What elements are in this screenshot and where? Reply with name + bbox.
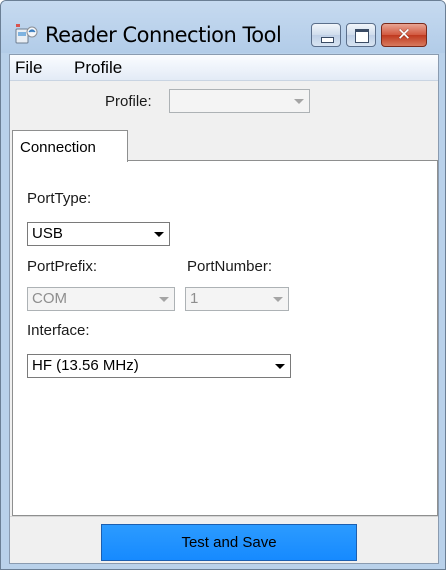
connection-tab-panel: PortType: USB PortPrefix: PortNumber: CO… <box>12 160 438 516</box>
chevron-down-icon <box>270 357 288 375</box>
maximize-button[interactable] <box>346 23 376 47</box>
port-prefix-label: PortPrefix: <box>27 258 98 275</box>
chevron-down-icon <box>154 290 172 308</box>
tab-connection-label: Connection <box>20 139 96 156</box>
port-type-label: PortType: <box>27 190 92 207</box>
profile-select[interactable] <box>169 89 310 113</box>
close-button[interactable]: ✕ <box>381 23 427 47</box>
test-and-save-button[interactable]: Test and Save <box>101 524 357 561</box>
app-window: Reader Connection Tool ✕ File Profile Pr… <box>0 0 446 570</box>
port-prefix-select[interactable]: COM <box>27 287 175 311</box>
window-title: Reader Connection Tool <box>45 23 282 47</box>
test-and-save-label: Test and Save <box>181 534 277 551</box>
chevron-down-icon <box>268 290 286 308</box>
reader-app-icon <box>15 24 38 44</box>
minimize-button[interactable] <box>311 23 341 47</box>
title-bar[interactable]: Reader Connection Tool ✕ <box>1 1 445 53</box>
menu-bar: File Profile <box>10 55 438 81</box>
chevron-down-icon <box>149 225 167 243</box>
interface-value: HF (13.56 MHz) <box>32 357 139 374</box>
close-icon: ✕ <box>396 25 412 45</box>
menu-file[interactable]: File <box>15 58 42 78</box>
tab-connection[interactable]: Connection <box>12 130 128 162</box>
footer-divider <box>10 516 438 517</box>
port-number-label: PortNumber: <box>187 258 273 275</box>
port-type-value: USB <box>32 225 63 242</box>
menu-profile[interactable]: Profile <box>74 58 122 78</box>
port-number-select[interactable]: 1 <box>185 287 289 311</box>
port-number-value: 1 <box>190 290 199 307</box>
port-prefix-value: COM <box>32 290 67 307</box>
chevron-down-icon <box>289 92 307 110</box>
interface-select[interactable]: HF (13.56 MHz) <box>27 354 291 378</box>
profile-label: Profile: <box>105 93 152 110</box>
interface-label: Interface: <box>27 322 90 339</box>
client-area: File Profile Profile: PortType: USB Port… <box>9 54 439 564</box>
port-type-select[interactable]: USB <box>27 222 170 246</box>
